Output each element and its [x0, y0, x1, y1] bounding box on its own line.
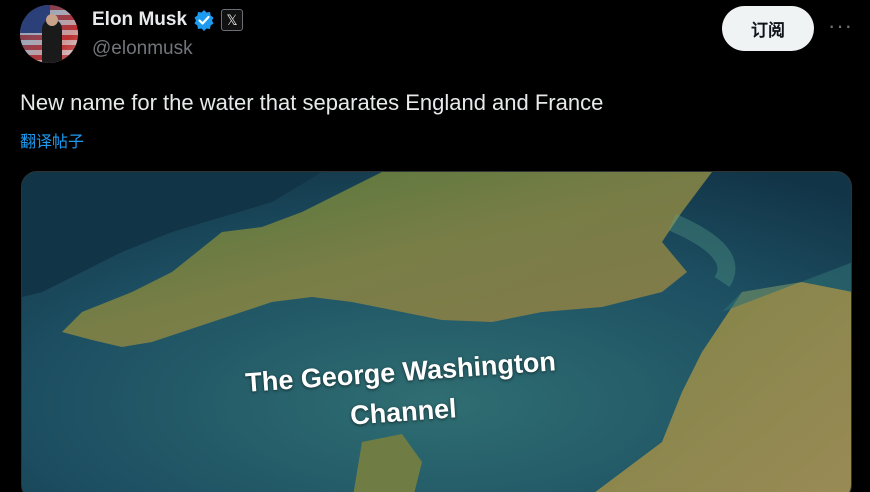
more-options-icon[interactable]: ···	[828, 14, 852, 38]
subscribe-button[interactable]: 订阅	[722, 6, 814, 51]
avatar-head	[46, 14, 58, 26]
post-media-image[interactable]: The George Washington Channel	[21, 171, 852, 492]
verified-badge-icon[interactable]	[193, 9, 215, 31]
translate-post-link[interactable]: 翻译帖子	[20, 128, 84, 152]
post-text: New name for the water that separates En…	[20, 90, 604, 115]
avatar[interactable]	[20, 5, 78, 63]
x-affiliation-icon[interactable]: 𝕏	[221, 9, 244, 31]
author-display-name[interactable]: Elon Musk	[92, 9, 187, 31]
author-name-row: Elon Musk 𝕏	[92, 7, 244, 33]
satellite-map-image	[22, 172, 851, 492]
author-handle[interactable]: @elonmusk	[92, 38, 193, 60]
